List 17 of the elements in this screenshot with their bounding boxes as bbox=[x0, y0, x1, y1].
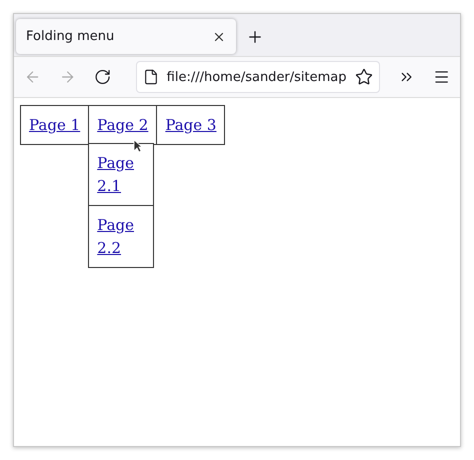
submenu-item[interactable]: Page 2.2 bbox=[88, 205, 154, 268]
tab-title: Folding menu bbox=[26, 29, 114, 44]
menu-item[interactable]: Page 2 bbox=[88, 105, 158, 145]
star-icon[interactable] bbox=[354, 68, 373, 86]
menu-item[interactable]: Page 1 bbox=[20, 105, 90, 145]
reload-icon[interactable] bbox=[94, 68, 112, 86]
menu-link[interactable]: Page 3 bbox=[165, 116, 216, 134]
cursor-icon bbox=[133, 139, 144, 153]
submenu-link[interactable]: Page 2.2 bbox=[97, 214, 146, 260]
address-field[interactable]: file:///home/sander/sitemap bbox=[136, 61, 380, 93]
submenu-item[interactable]: Page 2.1 bbox=[88, 143, 154, 206]
submenu-link[interactable]: Page 2.1 bbox=[97, 152, 146, 198]
page-icon bbox=[142, 69, 159, 85]
menu-link[interactable]: Page 2 bbox=[97, 116, 148, 134]
browser-tab[interactable]: Folding menu bbox=[16, 19, 236, 54]
menu-item[interactable]: Page 3 bbox=[156, 105, 226, 145]
menu-link[interactable]: Page 1 bbox=[29, 116, 80, 134]
